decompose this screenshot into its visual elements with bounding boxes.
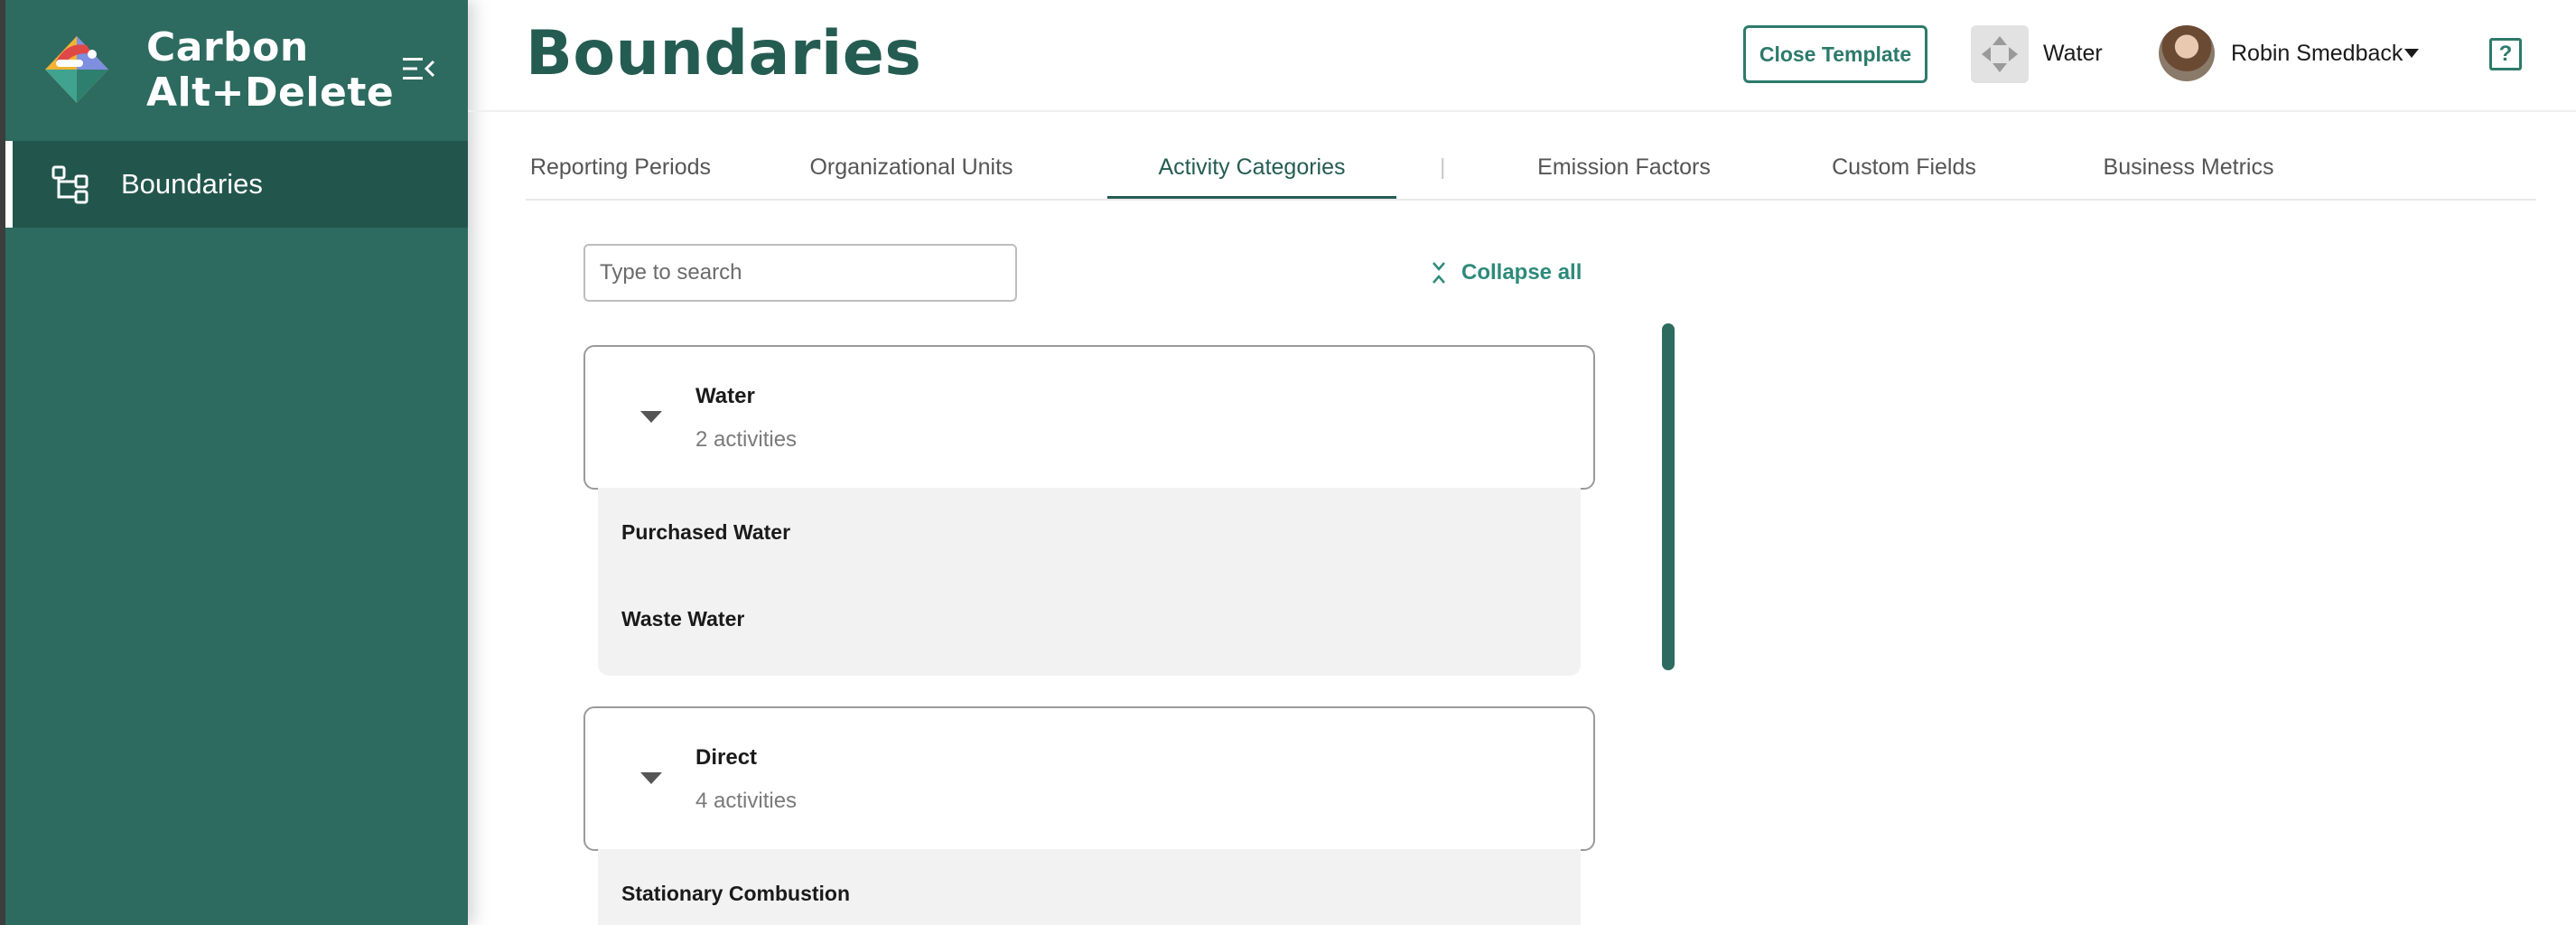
tab-label: Emission Factors (1537, 154, 1711, 180)
tab-label: Activity Categories (1158, 154, 1346, 180)
category-group-water[interactable]: Water 2 activities (583, 345, 1595, 490)
chevron-down-icon (640, 772, 662, 784)
activity-item-purchased-water[interactable]: Purchased Water (621, 519, 790, 546)
collapse-all-label: Collapse all (1461, 260, 1582, 285)
chevron-down-icon (2404, 49, 2419, 58)
sidebar: Carbon Alt+Delete Boundaries (0, 0, 468, 925)
group-items-direct: Stationary Combustion (598, 849, 1581, 925)
tab-emission-factors[interactable]: Emission Factors (1516, 135, 1732, 199)
hierarchy-icon (51, 165, 89, 204)
category-group-direct[interactable]: Direct 4 activities (583, 706, 1595, 851)
header-divider (468, 110, 2576, 112)
group-activity-count: 4 activities (695, 789, 798, 813)
tab-label: Custom Fields (1832, 154, 1976, 180)
sidebar-item-label: Boundaries (121, 168, 263, 200)
group-title: Direct (695, 745, 758, 770)
activity-item-stationary-combustion[interactable]: Stationary Combustion (621, 880, 850, 907)
brand-logo-icon (45, 36, 108, 103)
tab-business-metrics[interactable]: Business Metrics (2076, 135, 2301, 199)
close-template-button[interactable]: Close Template (1743, 25, 1927, 83)
template-arrows-icon (1982, 36, 2018, 72)
template-chip (1971, 25, 2029, 83)
template-name: Water (2043, 41, 2103, 66)
brand: Carbon Alt+Delete (33, 25, 457, 116)
tabs-divider (526, 199, 2536, 201)
sidebar-collapse-button[interactable] (399, 52, 439, 85)
page-title: Boundaries (526, 18, 922, 89)
tab-organizational-units[interactable]: Organizational Units (797, 135, 1026, 199)
avatar (2159, 25, 2215, 81)
user-name: Robin Smedback (2231, 41, 2403, 66)
tab-bar: Reporting Periods Organizational Units A… (526, 135, 2536, 201)
group-activity-count: 2 activities (695, 427, 798, 452)
brand-name: Carbon Alt+Delete (146, 24, 395, 116)
sidebar-item-boundaries[interactable]: Boundaries (5, 141, 468, 228)
active-indicator (5, 141, 13, 228)
tab-activity-categories[interactable]: Activity Categories (1107, 135, 1396, 201)
search-input[interactable] (583, 244, 1017, 302)
tab-custom-fields[interactable]: Custom Fields (1814, 135, 1994, 199)
group-items-water: Purchased Water Waste Water (598, 488, 1581, 676)
activity-item-waste-water[interactable]: Waste Water (621, 605, 744, 632)
app-root: Carbon Alt+Delete Boundaries Boundaries … (0, 0, 2576, 925)
tab-label: Reporting Periods (529, 154, 712, 180)
group-title: Water (695, 384, 755, 408)
scrollbar-thumb[interactable] (1662, 323, 1675, 670)
tab-label: Business Metrics (2103, 154, 2274, 180)
menu-collapse-icon (403, 58, 435, 79)
tab-separator: | (1440, 154, 1446, 180)
user-menu[interactable]: Robin Smedback (2159, 25, 2430, 83)
collapse-all-button[interactable]: Collapse all (1431, 253, 1582, 293)
tab-label: Organizational Units (809, 154, 1013, 180)
collapse-chevrons-icon (1433, 262, 1445, 284)
chevron-down-icon (640, 411, 662, 423)
help-icon: ? (2498, 42, 2513, 66)
help-button[interactable]: ? (2489, 38, 2522, 70)
tab-reporting-periods[interactable]: Reporting Periods (526, 135, 715, 199)
